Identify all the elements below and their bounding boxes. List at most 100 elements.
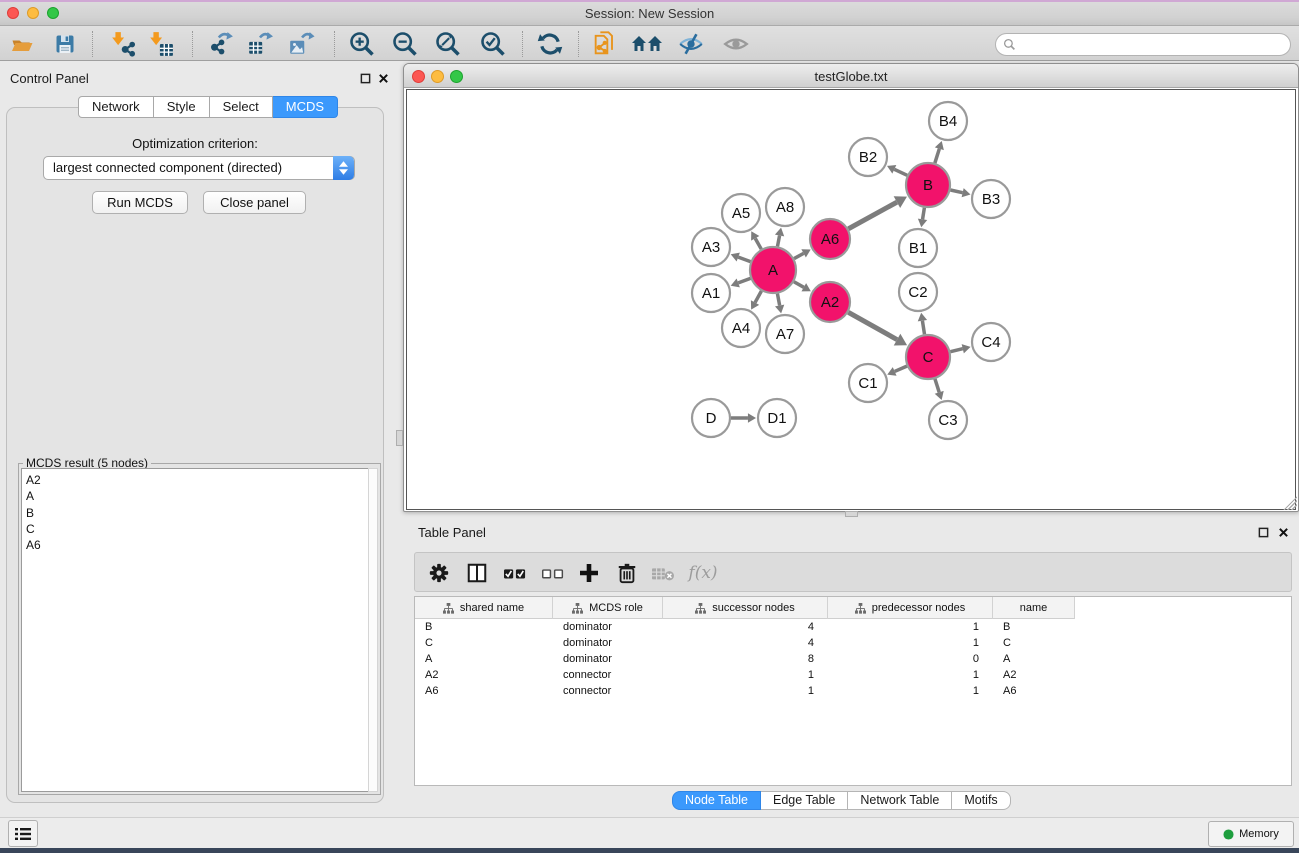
result-item[interactable]: A2 (26, 472, 369, 488)
show-visibility-icon[interactable] (719, 29, 753, 59)
mcds-result-list[interactable]: A2ABCA6 (21, 468, 370, 792)
network-window-titlebar[interactable]: testGlobe.txt (404, 64, 1298, 88)
graph-node-A1[interactable]: A1 (692, 274, 730, 312)
open-folder-icon[interactable] (5, 29, 39, 59)
graph-node-C4[interactable]: C4 (972, 323, 1010, 361)
graph-node-A8[interactable]: A8 (766, 188, 804, 226)
graph-edge-B-B3[interactable] (950, 190, 962, 193)
result-item[interactable]: C (26, 521, 369, 537)
result-item[interactable]: B (26, 505, 369, 521)
graph-node-A7[interactable]: A7 (766, 315, 804, 353)
result-scrollbar[interactable] (368, 468, 378, 792)
graph-node-A4[interactable]: A4 (722, 309, 760, 347)
graph-edge-A2-C[interactable] (848, 312, 897, 339)
column-header-name[interactable]: name (993, 597, 1075, 619)
import-table-icon[interactable] (144, 29, 178, 59)
export-table-icon[interactable] (243, 29, 277, 59)
graph-node-A3[interactable]: A3 (692, 228, 730, 266)
graph-edge-C-C4[interactable] (950, 349, 962, 352)
tab-node-table[interactable]: Node Table (672, 791, 761, 810)
graph-edge-B-B2[interactable] (894, 169, 907, 175)
tab-motifs[interactable]: Motifs (952, 791, 1010, 810)
graph-edge-A-A4[interactable] (755, 291, 761, 303)
float-table-panel-icon[interactable] (1257, 526, 1270, 539)
export-network-icon[interactable] (204, 29, 238, 59)
graph-node-A[interactable]: A (750, 247, 796, 293)
table-settings-icon[interactable] (423, 557, 455, 589)
refresh-icon[interactable] (533, 29, 567, 59)
graph-node-D[interactable]: D (692, 399, 730, 437)
delete-row-icon[interactable] (611, 557, 643, 589)
float-panel-icon[interactable] (359, 72, 372, 85)
tab-network-table[interactable]: Network Table (848, 791, 952, 810)
graph-edge-C-C1[interactable] (895, 366, 907, 371)
table-row[interactable]: Cdominator41C (415, 635, 1291, 651)
graph-node-B[interactable]: B (906, 163, 950, 207)
zoom-selected-icon[interactable] (476, 29, 510, 59)
search-field[interactable] (995, 33, 1291, 56)
save-icon[interactable] (48, 29, 82, 59)
show-columns-icon[interactable] (461, 557, 493, 589)
hide-visibility-icon[interactable] (674, 29, 708, 59)
graph-node-D1[interactable]: D1 (758, 399, 796, 437)
column-header-MCDS-role[interactable]: MCDS role (553, 597, 663, 619)
graph-edge-A-A3[interactable] (738, 257, 750, 262)
graph-node-C1[interactable]: C1 (849, 364, 887, 402)
network-file-icon[interactable] (588, 29, 622, 59)
table-row[interactable]: A2connector11A2 (415, 667, 1291, 683)
result-item[interactable]: A (26, 488, 369, 504)
memory-button[interactable]: Memory (1208, 821, 1294, 847)
add-row-icon[interactable] (573, 557, 605, 589)
deselect-all-icon[interactable] (537, 557, 569, 589)
graph-node-A2[interactable]: A2 (810, 282, 850, 322)
tab-style[interactable]: Style (154, 96, 210, 118)
search-input[interactable] (1021, 38, 1290, 52)
export-image-icon[interactable] (284, 29, 318, 59)
run-mcds-button[interactable]: Run MCDS (92, 191, 188, 214)
window-resize-grip[interactable] (1283, 496, 1297, 510)
graph-edge-C-C3[interactable] (935, 379, 939, 392)
horizontal-splitter-handle[interactable] (396, 430, 403, 446)
graph-node-C3[interactable]: C3 (929, 401, 967, 439)
import-network-icon[interactable] (106, 29, 140, 59)
graph-edge-A-A7[interactable] (777, 294, 779, 306)
close-table-panel-icon[interactable] (1277, 526, 1290, 539)
graph-edge-A-A1[interactable] (738, 278, 750, 283)
graph-node-B2[interactable]: B2 (849, 138, 887, 176)
graph-edge-A6-B[interactable] (848, 202, 897, 229)
column-header-predecessor-nodes[interactable]: predecessor nodes (828, 597, 993, 619)
task-history-button[interactable] (8, 820, 38, 847)
criterion-dropdown[interactable]: largest connected component (directed) (43, 156, 355, 180)
table-row[interactable]: A6connector11A6 (415, 683, 1291, 699)
tab-edge-table[interactable]: Edge Table (761, 791, 848, 810)
graph-edge-A-A2[interactable] (794, 282, 804, 288)
table-row[interactable]: Bdominator41B (415, 619, 1291, 635)
zoom-in-icon[interactable] (345, 29, 379, 59)
home-pair-icon[interactable] (630, 29, 664, 59)
table-row[interactable]: Adominator80A (415, 651, 1291, 667)
graph-edge-A-A6[interactable] (794, 253, 804, 258)
zoom-fit-icon[interactable] (431, 29, 465, 59)
column-header-shared-name[interactable]: shared name (415, 597, 553, 619)
close-panel-icon[interactable] (377, 72, 390, 85)
graph-node-A5[interactable]: A5 (722, 194, 760, 232)
tab-mcds[interactable]: MCDS (273, 96, 338, 118)
graph-edge-A-A5[interactable] (755, 238, 761, 249)
vertical-splitter-handle[interactable] (845, 511, 858, 517)
graph-node-B4[interactable]: B4 (929, 102, 967, 140)
tab-select[interactable]: Select (210, 96, 273, 118)
graph-node-C[interactable]: C (906, 335, 950, 379)
graph-edge-A-A8[interactable] (777, 236, 779, 247)
graph-edge-B-B4[interactable] (935, 149, 939, 163)
select-all-icon[interactable] (499, 557, 531, 589)
tab-network[interactable]: Network (78, 96, 154, 118)
graph-edge-C-C2[interactable] (922, 321, 924, 335)
column-header-successor-nodes[interactable]: successor nodes (663, 597, 828, 619)
graph-node-B1[interactable]: B1 (899, 229, 937, 267)
zoom-out-icon[interactable] (388, 29, 422, 59)
graph-node-A6[interactable]: A6 (810, 219, 850, 259)
graph-edge-B-B1[interactable] (923, 208, 925, 220)
network-canvas[interactable]: AA1A2A3A4A5A6A7A8BB1B2B3B4CC1C2C3C4DD1 (406, 89, 1296, 510)
result-item[interactable]: A6 (26, 537, 369, 553)
graph-node-B3[interactable]: B3 (972, 180, 1010, 218)
